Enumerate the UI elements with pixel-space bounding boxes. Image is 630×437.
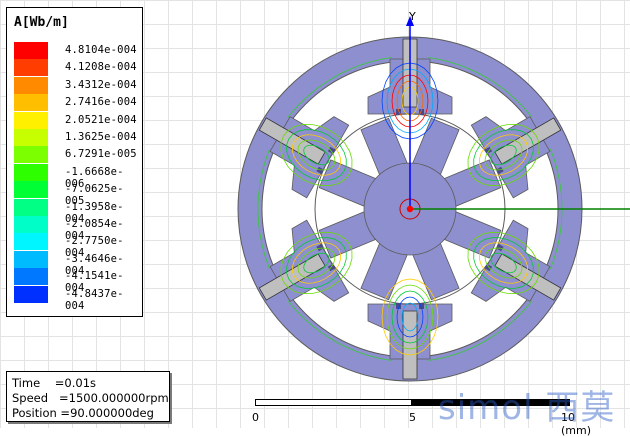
legend-value: 4.1208e-004 xyxy=(65,61,137,74)
legend-swatch xyxy=(14,111,48,129)
legend-swatch xyxy=(14,94,48,112)
legend-entry: 2.7416e-004 xyxy=(14,94,139,112)
legend-entry: -2.7750e-004 xyxy=(14,233,139,259)
scale-segment-white xyxy=(255,399,412,406)
legend-entry: -3.4646e-004 xyxy=(14,250,139,277)
legend-swatch xyxy=(14,181,48,199)
winding-coil xyxy=(402,310,418,380)
legend-swatch xyxy=(14,233,48,251)
legend-entry: 1.3625e-004 xyxy=(14,129,139,146)
legend-value: -4.8437e-004 xyxy=(65,287,124,312)
legend-entry: -7.0625e-005 xyxy=(14,181,139,207)
legend-entry: -4.1541e-004 xyxy=(14,268,139,294)
scale-label-5: 5 xyxy=(409,411,416,424)
y-axis-label: Y xyxy=(409,10,416,23)
legend-swatch xyxy=(14,76,48,94)
origin-marker xyxy=(406,205,414,213)
legend-entry: 4.1208e-004 xyxy=(14,59,139,77)
legend-value: 4.8104e-004 xyxy=(65,44,137,56)
legend-entry: 3.4312e-004 xyxy=(14,76,139,94)
legend-entry: -2.0854e-004 xyxy=(14,216,139,242)
legend-entry: -1.6668e-006 xyxy=(14,163,139,190)
simulation-info-box: Time =0.01s Speed =1500.000000rpm Positi… xyxy=(6,371,170,422)
legend-value: 2.0521e-004 xyxy=(65,113,137,126)
legend-value: 1.3625e-004 xyxy=(65,131,137,143)
legend-swatch xyxy=(14,129,48,146)
legend-swatch xyxy=(14,285,48,303)
legend-swatch xyxy=(14,42,48,59)
info-position: Position =90.000000deg xyxy=(12,406,154,420)
legend-swatch xyxy=(14,59,48,77)
legend-swatch xyxy=(14,146,48,164)
field-plot-viewport[interactable]: Y A[Wb/m] 4.8104e-004 4.1208e-004 3.4312e-… xyxy=(0,0,630,437)
legend-entry: -1.3958e-004 xyxy=(14,198,139,225)
field-legend[interactable]: A[Wb/m] 4.8104e-004 4.1208e-004 3.4312e-00… xyxy=(6,7,143,317)
legend-swatch xyxy=(14,163,48,181)
legend-value: 6.7291e-005 xyxy=(65,148,137,161)
legend-entry: -4.8437e-004 xyxy=(14,285,139,312)
legend-swatch xyxy=(14,250,48,268)
legend-swatch xyxy=(14,268,48,286)
watermark-logo: simol 西莫 xyxy=(438,388,616,428)
legend-title: A[Wb/m] xyxy=(14,15,69,30)
scale-label-0: 0 xyxy=(252,411,259,424)
legend-swatch xyxy=(14,198,48,216)
legend-entry: 6.7291e-005 xyxy=(14,146,139,164)
legend-swatch xyxy=(14,216,48,233)
info-speed: Speed =1500.000000rpm xyxy=(12,391,169,405)
legend-entry: 2.0521e-004 xyxy=(14,111,139,129)
legend-value: 3.4312e-004 xyxy=(65,78,137,91)
legend-value: 2.7416e-004 xyxy=(65,96,137,109)
legend-entry: 4.8104e-004 xyxy=(14,42,139,59)
info-time: Time =0.01s xyxy=(12,376,96,390)
